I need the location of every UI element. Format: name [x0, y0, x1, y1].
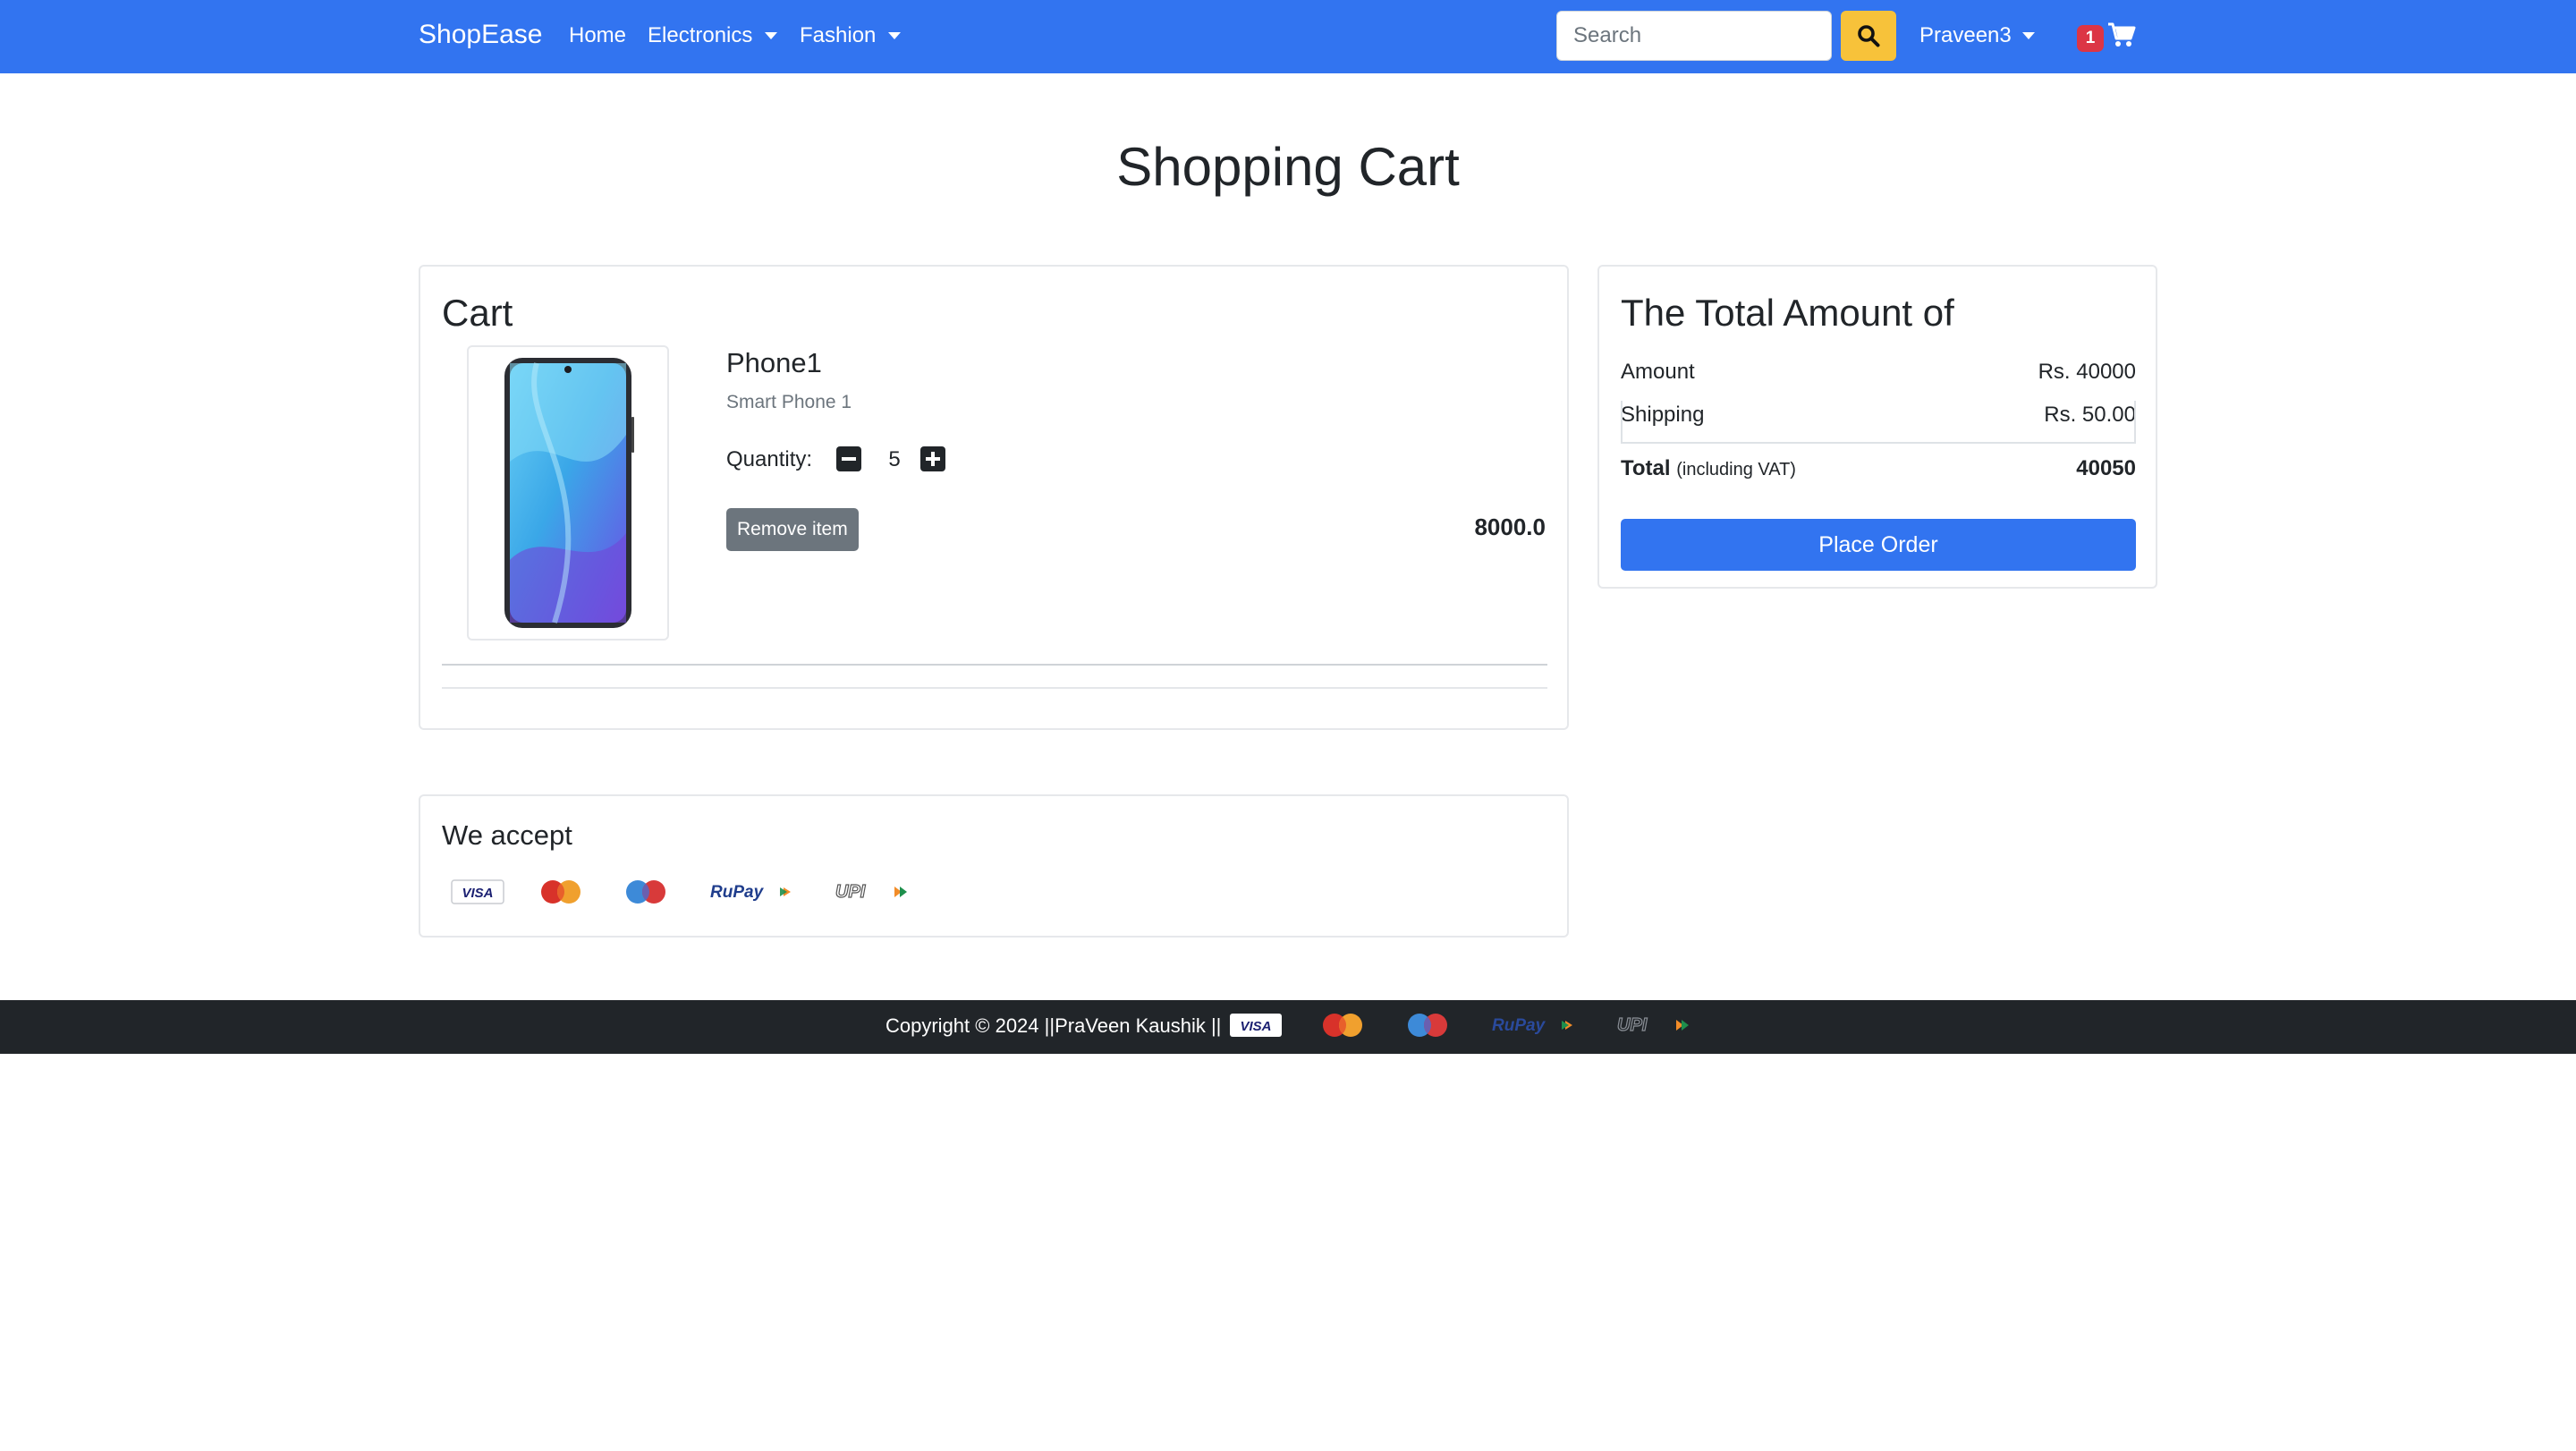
mastercard-logo: [1323, 1014, 1362, 1037]
amount-value: Rs. 40000: [2038, 360, 2136, 384]
footer-copyright: Copyright © 2024 ||PraVeen Kaushik ||: [886, 1014, 1222, 1037]
total-value: 40050: [2076, 456, 2136, 480]
nav-home-label: Home: [569, 23, 627, 47]
caret-down-icon: [2021, 32, 2035, 39]
svg-text:VISA: VISA: [462, 886, 493, 901]
payment-logos: VISA RuPay UPI: [451, 878, 909, 905]
quantity-value: 5: [888, 447, 901, 471]
upi-logo: UPI: [835, 881, 907, 903]
item-price: 8000.0: [1474, 513, 1546, 540]
decrease-quantity-button[interactable]: [835, 445, 862, 472]
total-row: Total (including VAT) 40050: [1621, 456, 2136, 481]
svg-text:RuPay: RuPay: [710, 883, 765, 902]
place-order-button[interactable]: Place Order: [1621, 519, 2136, 571]
svg-text:RuPay: RuPay: [1492, 1016, 1546, 1035]
visa-logo: VISA: [451, 879, 504, 904]
cart-card: Cart Phone1 Smart Phone 1 Quantity: 5 Re…: [419, 265, 1569, 730]
nav-fashion-dropdown[interactable]: Fashion: [800, 23, 902, 48]
footer-payment-logos: VISA RuPay UPI: [1229, 1011, 1690, 1039]
summary-divider: [1621, 401, 1623, 444]
cart-title: Cart: [442, 292, 513, 334]
page-title: Shopping Cart: [1116, 137, 1460, 197]
quantity-label: Quantity:: [726, 447, 813, 471]
increase-quantity-button[interactable]: [919, 445, 946, 472]
divider: [442, 664, 1547, 666]
amount-row: Amount Rs. 40000: [1621, 360, 2136, 385]
nav-electronics-label: Electronics: [648, 23, 753, 47]
mastercard-logo: [541, 880, 580, 904]
nav-fashion-label: Fashion: [800, 23, 877, 47]
maestro-logo: [1408, 1014, 1447, 1037]
phone-image: [504, 358, 634, 628]
brand-logo-link[interactable]: ShopEase: [419, 20, 542, 50]
shipping-value: Rs. 50.00: [2044, 403, 2136, 427]
remove-item-button[interactable]: Remove item: [726, 508, 859, 551]
amount-label: Amount: [1621, 360, 1695, 384]
summary-title: The Total Amount of: [1621, 292, 1954, 334]
total-label: Total: [1621, 456, 1671, 480]
total-note: (including VAT): [1676, 460, 1796, 479]
top-navbar: ShopEase Home Electronics Fashion Pravee…: [0, 0, 2576, 73]
shipping-row: Shipping Rs. 50.00: [1621, 403, 2136, 428]
we-accept-title: We accept: [442, 819, 572, 851]
svg-text:VISA: VISA: [1240, 1019, 1271, 1034]
footer: Copyright © 2024 ||PraVeen Kaushik || VI…: [0, 1000, 2576, 1054]
rupay-logo: RuPay: [1492, 1016, 1572, 1035]
nav-home-link[interactable]: Home: [569, 23, 626, 48]
svg-text:UPI: UPI: [1617, 1015, 1648, 1035]
visa-logo: VISA: [1230, 1014, 1282, 1037]
user-name: Praveen3: [1919, 23, 2012, 47]
caret-down-icon: [888, 32, 902, 39]
order-summary-card: The Total Amount of Amount Rs. 40000 Shi…: [1597, 265, 2157, 589]
user-menu-dropdown[interactable]: Praveen3: [1919, 23, 2035, 48]
divider: [442, 687, 1547, 689]
product-description: Smart Phone 1: [726, 392, 852, 412]
caret-down-icon: [765, 32, 778, 39]
search-input[interactable]: [1556, 11, 1832, 61]
rupay-logo: RuPay: [710, 883, 791, 902]
payment-methods-card: We accept VISA RuPay UPI: [419, 794, 1569, 938]
summary-divider: [2134, 401, 2136, 444]
svg-text:UPI: UPI: [835, 882, 866, 902]
cart-count-badge: 1: [2077, 25, 2104, 52]
product-image: [467, 345, 669, 641]
cart-icon[interactable]: [2107, 21, 2136, 48]
search-icon: [1858, 25, 1880, 47]
upi-logo: UPI: [1616, 1014, 1689, 1036]
product-name: Phone1: [726, 347, 822, 378]
shipping-label: Shipping: [1621, 403, 1705, 427]
summary-divider: [1621, 442, 2136, 444]
search-button[interactable]: [1841, 11, 1896, 61]
nav-electronics-dropdown[interactable]: Electronics: [648, 23, 778, 48]
maestro-logo: [626, 880, 665, 904]
